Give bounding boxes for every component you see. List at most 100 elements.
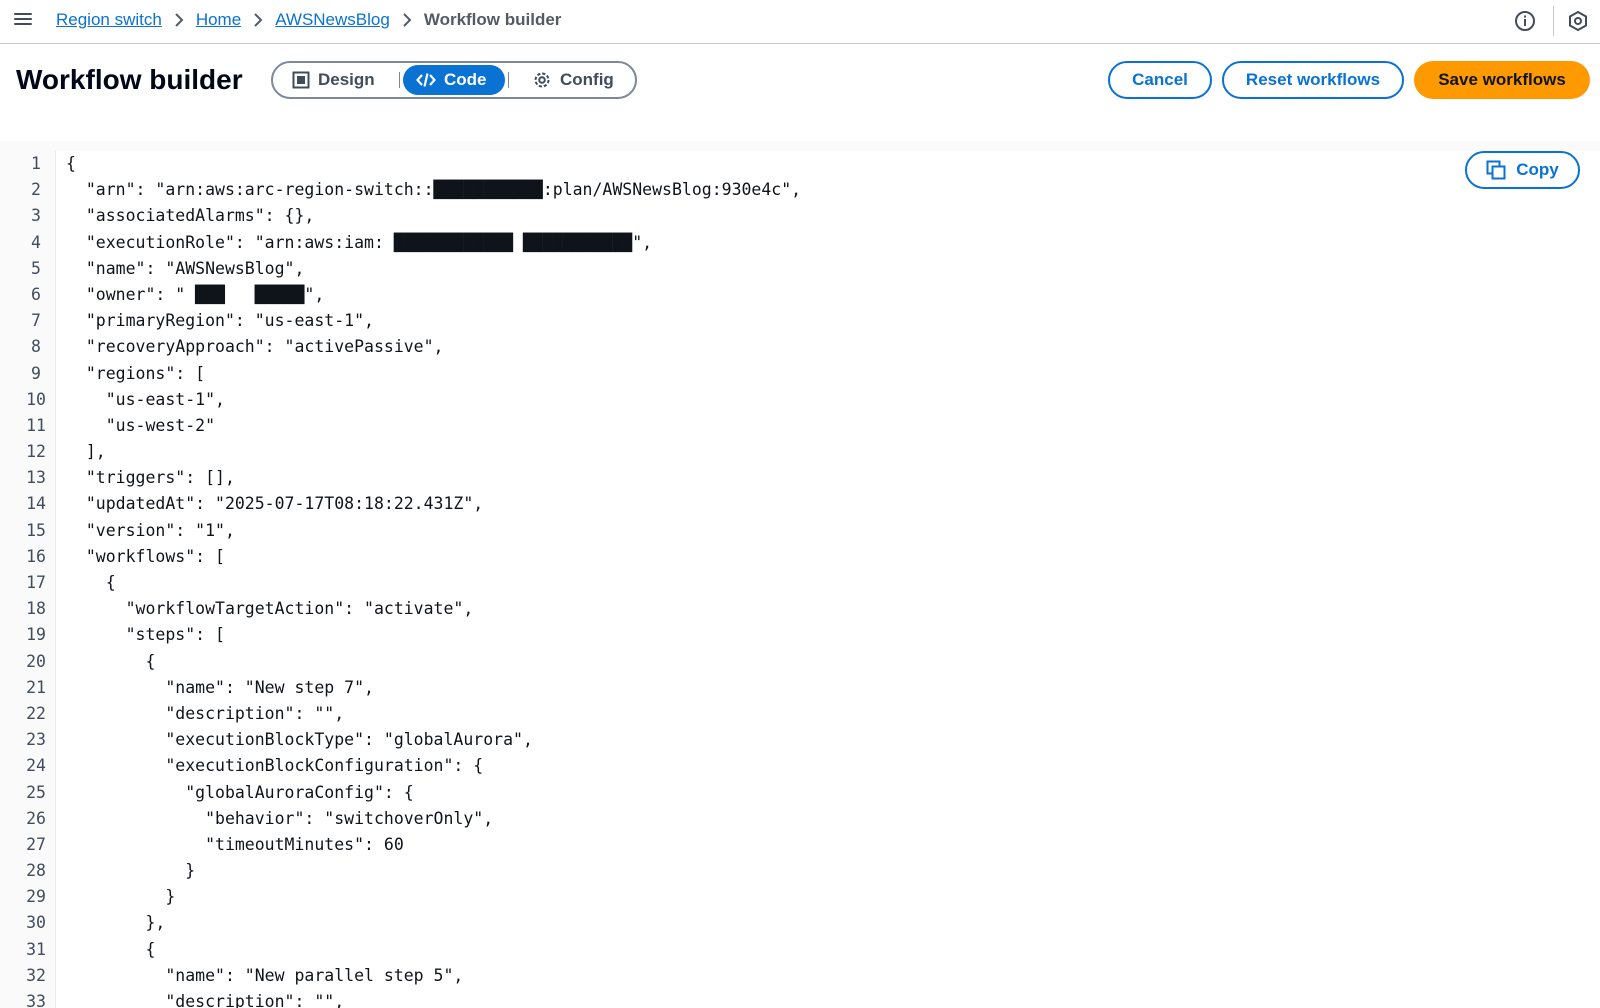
- segment-divider: [508, 72, 509, 88]
- breadcrumb-awsnewsblog[interactable]: AWSNewsBlog: [275, 10, 390, 30]
- code-line: 24 "executionBlockConfiguration": {: [16, 753, 1600, 779]
- segment-divider: [399, 72, 400, 88]
- line-number: 4: [31, 232, 41, 252]
- segment-code[interactable]: Code: [403, 65, 505, 95]
- code-line: 13 "triggers": [],: [16, 465, 1600, 491]
- code-line: 31 {: [16, 937, 1600, 963]
- line-text: "name": "New step 7",: [66, 677, 374, 697]
- line-number: 24: [26, 756, 46, 776]
- save-workflows-button[interactable]: Save workflows: [1414, 61, 1590, 99]
- code-line: 14 "updatedAt": "2025-07-17T08:18:22.431…: [16, 491, 1600, 517]
- code-line: 11 "us-west-2": [16, 413, 1600, 439]
- code-line: 4 "executionRole": "arn:aws:iam: ███████…: [16, 230, 1600, 256]
- line-number: 32: [26, 965, 46, 985]
- code-line: 27 "timeoutMinutes": 60: [16, 832, 1600, 858]
- code-line: 3 "associatedAlarms": {},: [16, 203, 1600, 229]
- line-text: "workflowTargetAction": "activate",: [66, 599, 474, 619]
- hamburger-menu-icon[interactable]: [14, 10, 34, 30]
- line-number: 7: [31, 311, 41, 331]
- breadcrumb-region-switch[interactable]: Region switch: [56, 10, 162, 30]
- line-number: 26: [26, 808, 46, 828]
- breadcrumb-home[interactable]: Home: [196, 10, 241, 30]
- code-line: 30 },: [16, 910, 1600, 936]
- line-text: },: [66, 913, 166, 933]
- line-number: 3: [31, 206, 41, 226]
- info-icon[interactable]: [1514, 10, 1536, 32]
- line-text: "executionBlockConfiguration": {: [66, 756, 484, 776]
- layout-icon: [292, 71, 310, 89]
- reset-workflows-button[interactable]: Reset workflows: [1222, 61, 1404, 99]
- segment-design-label: Design: [318, 70, 375, 89]
- line-text: "steps": [: [66, 625, 225, 645]
- line-text: {: [66, 651, 156, 671]
- line-number: 14: [26, 494, 46, 514]
- code-line: 18 "workflowTargetAction": "activate",: [16, 596, 1600, 622]
- line-text: }: [66, 887, 176, 907]
- page-title: Workflow builder: [16, 64, 243, 95]
- line-number: 17: [26, 573, 46, 592]
- chevron-right-icon: [162, 13, 196, 27]
- code-line: 8 "recoveryApproach": "activePassive",: [16, 334, 1600, 360]
- code-line: 21 "name": "New step 7",: [16, 675, 1600, 701]
- line-number: 20: [26, 651, 46, 671]
- line-number: 1: [31, 154, 41, 173]
- code-line: 23 "executionBlockType": "globalAurora",: [16, 727, 1600, 753]
- code-line: 12 ],: [16, 439, 1600, 465]
- code-line: 5 "name": "AWSNewsBlog",: [16, 256, 1600, 282]
- line-number: 9: [31, 363, 41, 383]
- line-number: 25: [26, 782, 46, 802]
- code-line: 10 "us-east-1",: [16, 387, 1600, 413]
- line-text: "us-east-1",: [66, 389, 225, 409]
- top-navigation-bar: Region switch Home AWSNewsBlog Workflow …: [0, 0, 1600, 44]
- cancel-button[interactable]: Cancel: [1108, 61, 1212, 99]
- segment-design[interactable]: Design: [276, 65, 396, 95]
- code-line: 9 "regions": [: [16, 361, 1600, 387]
- line-text: "globalAuroraConfig": {: [66, 782, 414, 802]
- line-text: "behavior": "switchoverOnly",: [66, 808, 494, 828]
- code-line: 2 "arn": "arn:aws:arc-region-switch::███…: [16, 177, 1600, 203]
- line-text: "timeoutMinutes": 60: [66, 834, 404, 854]
- line-text: "name": "AWSNewsBlog",: [66, 258, 305, 278]
- line-number: 13: [26, 468, 46, 488]
- code-line: 32 "name": "New parallel step 5",: [16, 963, 1600, 989]
- line-text: "updatedAt": "2025-07-17T08:18:22.431Z",: [66, 494, 484, 514]
- line-text: {: [66, 939, 156, 959]
- line-number: 27: [26, 834, 46, 854]
- line-number: 6: [31, 284, 41, 304]
- line-number: 21: [26, 677, 46, 697]
- copy-button[interactable]: Copy: [1465, 151, 1580, 189]
- line-text: "executionRole": "arn:aws:iam: █████████…: [66, 232, 653, 252]
- code-line: 17 {: [16, 570, 1600, 596]
- settings-icon[interactable]: [1567, 10, 1589, 32]
- chevron-right-icon: [241, 13, 275, 27]
- segment-config[interactable]: Config: [512, 65, 632, 95]
- line-text: "owner": " ███ █████",: [66, 284, 325, 304]
- line-number: 19: [26, 625, 46, 645]
- line-number: 15: [26, 520, 46, 540]
- code-line: 15 "version": "1",: [16, 518, 1600, 544]
- code-line: 29 }: [16, 884, 1600, 910]
- copy-button-label: Copy: [1516, 160, 1559, 179]
- code-line: 25 "globalAuroraConfig": {: [16, 780, 1600, 806]
- copy-icon: [1486, 160, 1506, 180]
- line-text: "description": "",: [66, 992, 345, 1008]
- line-number: 18: [26, 599, 46, 619]
- line-text: {: [66, 154, 76, 173]
- chevron-right-icon: [390, 13, 424, 27]
- line-text: "us-west-2": [66, 415, 216, 435]
- line-text: "primaryRegion": "us-east-1",: [66, 311, 374, 331]
- line-number: 33: [26, 992, 46, 1008]
- code-editor[interactable]: 1{2 "arn": "arn:aws:arc-region-switch::█…: [16, 151, 1600, 1008]
- breadcrumb: Region switch Home AWSNewsBlog Workflow …: [56, 10, 561, 30]
- code-line: 20 {: [16, 649, 1600, 675]
- line-text: "workflows": [: [66, 546, 225, 566]
- line-number: 11: [26, 415, 46, 435]
- line-number: 23: [26, 730, 46, 750]
- gear-icon: [534, 72, 550, 88]
- code-line: 7 "primaryRegion": "us-east-1",: [16, 308, 1600, 334]
- line-number: 12: [26, 442, 46, 462]
- code-line: 28 }: [16, 858, 1600, 884]
- line-number: 8: [31, 337, 41, 357]
- line-number: 16: [26, 546, 46, 566]
- segment-config-label: Config: [560, 70, 614, 89]
